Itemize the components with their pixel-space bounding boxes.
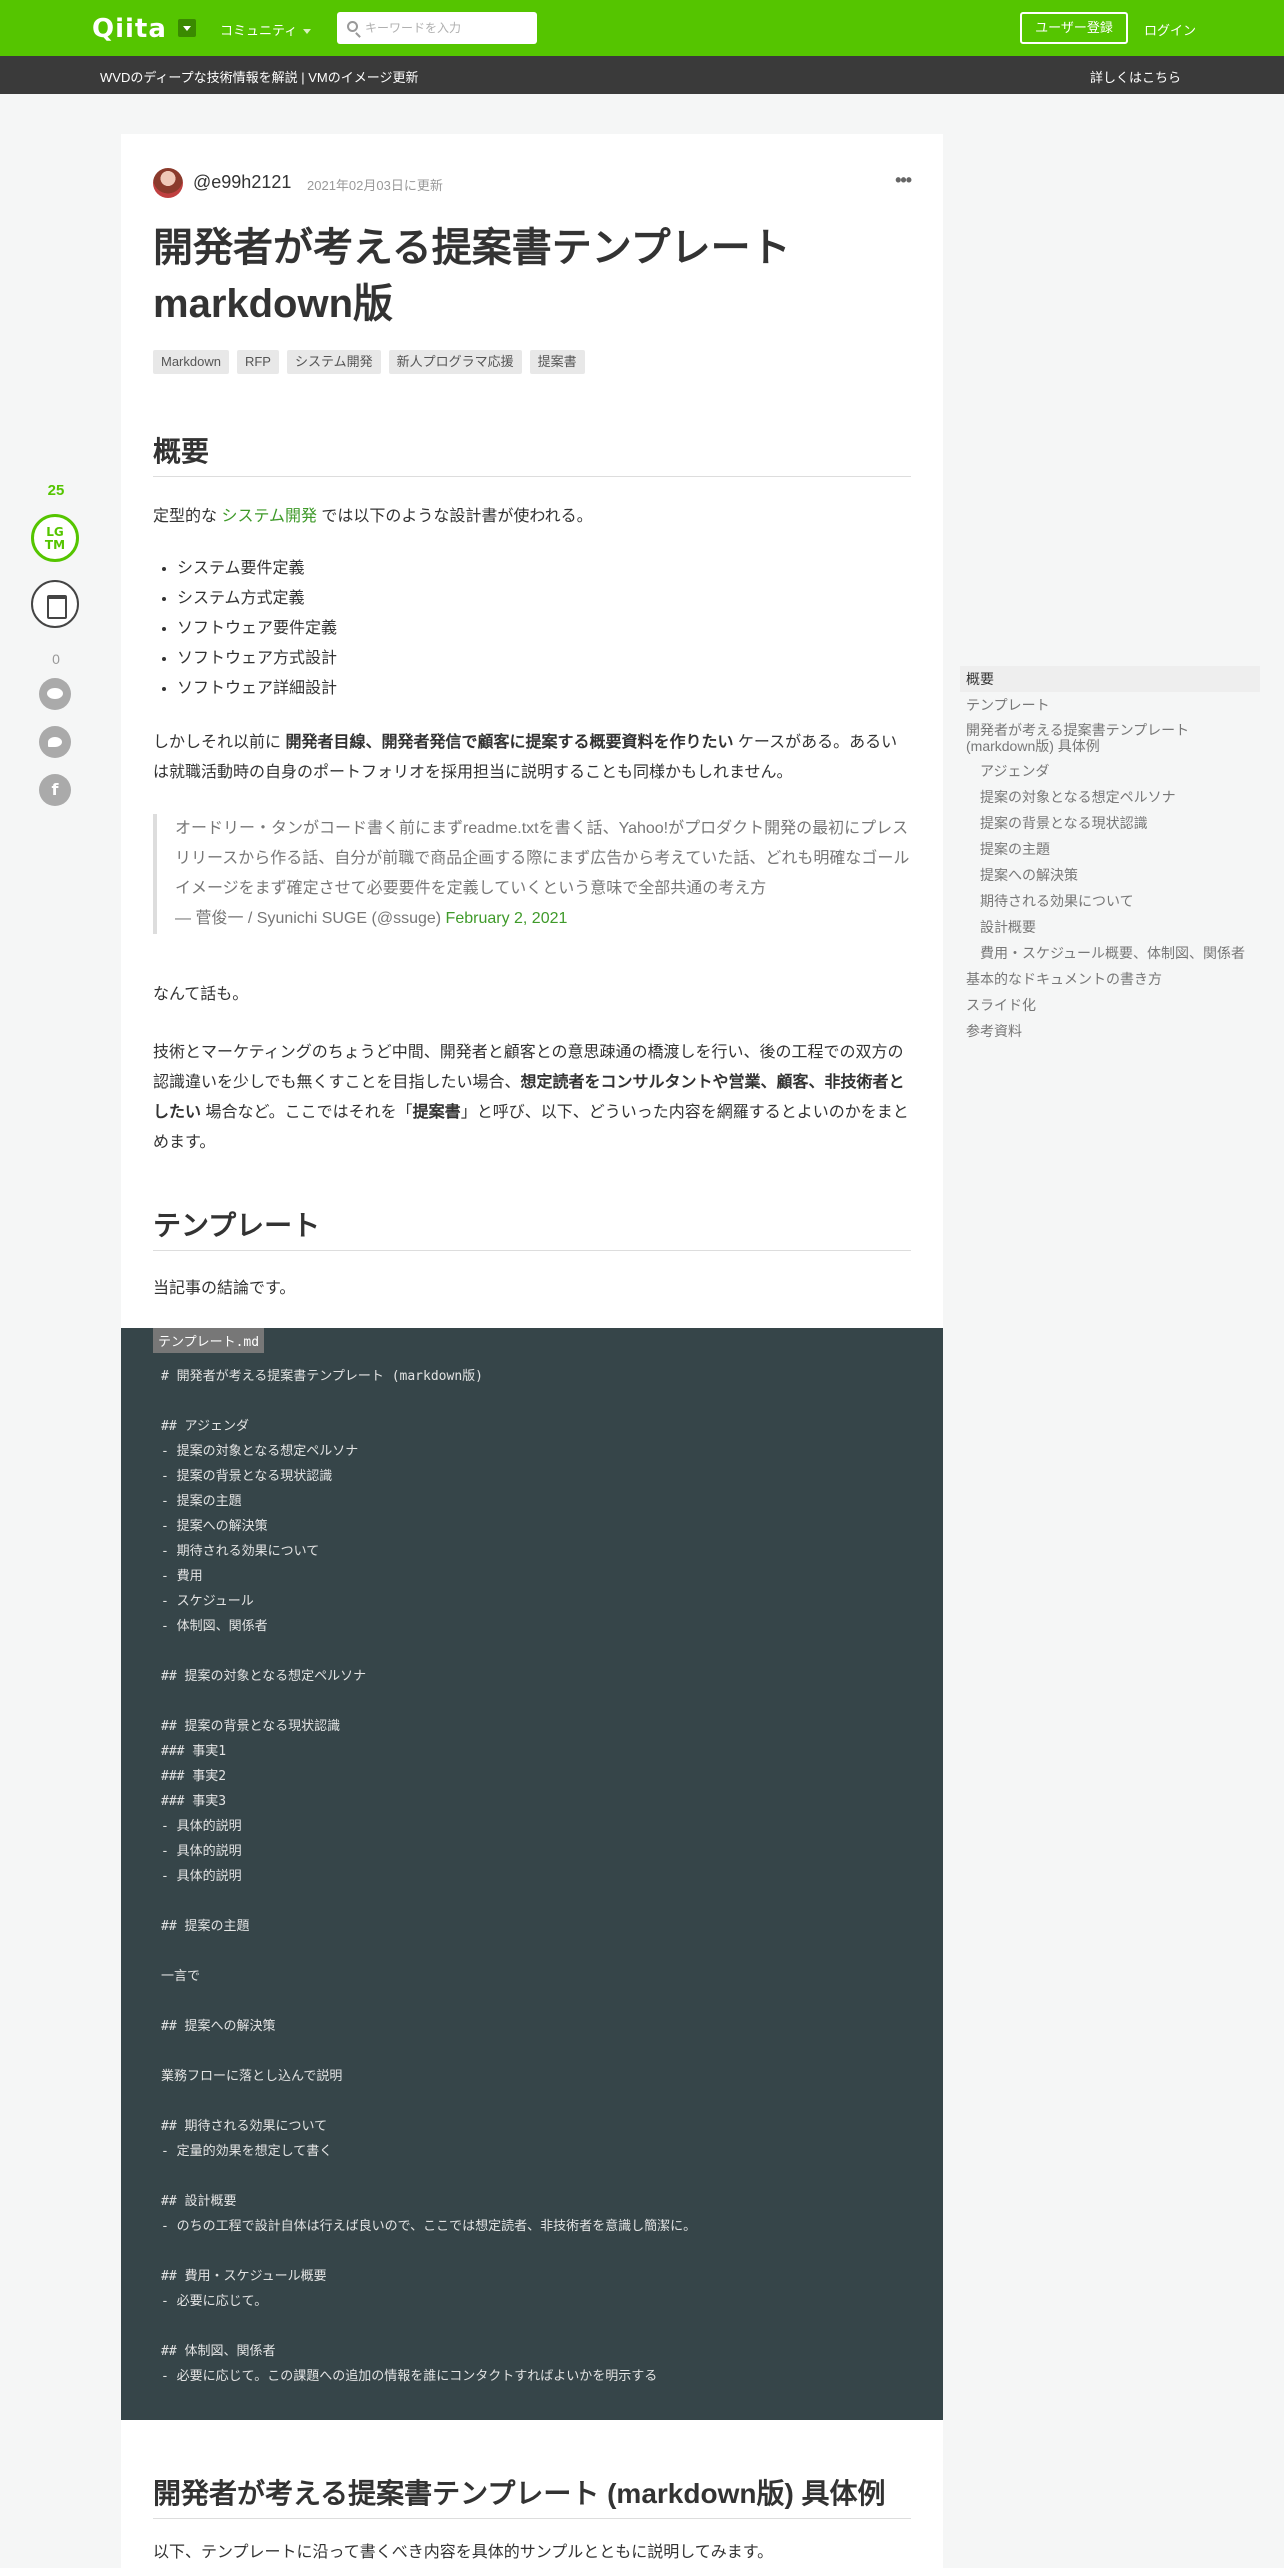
qiita-logo[interactable]: Qiita xyxy=(92,14,167,44)
tag-list: Markdown RFP システム開発 新人プログラマ応援 提案書 xyxy=(153,350,911,374)
toc-item[interactable]: 参考資料 xyxy=(960,1018,1260,1044)
intro-text: では以下のような設計書が使われる。 xyxy=(316,508,593,525)
search-box[interactable] xyxy=(337,12,537,44)
list-item: ソフトウェア詳細設計 xyxy=(177,674,877,704)
community-menu[interactable]: コミュニティ xyxy=(220,20,312,39)
tag[interactable]: 提案書 xyxy=(529,350,585,374)
updated-date: 2021年02月03日に更新 xyxy=(307,178,443,193)
article-title: 開発者が考える提案書テンプレート markdown版 xyxy=(153,220,911,332)
list-item: システム方式定義 xyxy=(177,584,877,614)
list-item: ソフトウェア方式設計 xyxy=(177,644,877,674)
heading-example: 開発者が考える提案書テンプレート (markdown版) 具体例 xyxy=(153,2476,911,2519)
login-link[interactable]: ログイン xyxy=(1144,20,1196,39)
search-input[interactable] xyxy=(365,12,533,44)
p4-text: 場合など。ここではそれを「 xyxy=(201,1104,413,1121)
avatar[interactable] xyxy=(153,168,183,198)
quote-text: オードリー・タンがコード書く前にまずreadme.txtを書く話、Yahoo!が… xyxy=(175,820,910,897)
list-item: ソフトウェア要件定義 xyxy=(177,614,877,644)
tag[interactable]: Markdown xyxy=(153,350,229,374)
title-line-1: 開発者が考える提案書テンプレート xyxy=(153,226,791,270)
paragraph-2: しかしそれ以前に 開発者目線、開発者発信で顧客に提案する概要資料を作りたい ケー… xyxy=(153,728,911,788)
facebook-icon[interactable]: f xyxy=(39,774,71,806)
stock-button[interactable] xyxy=(31,580,79,628)
toc-item[interactable]: 基本的なドキュメントの書き方 xyxy=(960,966,1260,992)
signup-button[interactable]: ユーザー登録 xyxy=(1020,12,1128,44)
toc-item[interactable]: テンプレート xyxy=(960,692,1260,718)
quote-date-link[interactable]: February 2, 2021 xyxy=(446,910,568,927)
tweet-quote: オードリー・タンがコード書く前にまずreadme.txtを書く話、Yahoo!が… xyxy=(153,814,911,934)
document-list: システム要件定義 システム方式定義 ソフトウェア要件定義 ソフトウェア方式設計 … xyxy=(177,554,877,704)
tag[interactable]: システム開発 xyxy=(286,350,381,374)
toc-item[interactable]: 提案の主題 xyxy=(960,836,1260,862)
announcement-banner: WVDのディープな技術情報を解説 | VMのイメージ更新 詳しくはこちら xyxy=(0,56,1284,94)
title-line-2: markdown版 xyxy=(153,282,394,326)
toc-item[interactable]: 設計概要 xyxy=(960,914,1260,940)
table-of-contents: 概要 テンプレート 開発者が考える提案書テンプレート (markdown版) 具… xyxy=(960,666,1260,1044)
intro-paragraph: 定型的な システム開発 では以下のような設計書が使われる。 xyxy=(153,502,911,532)
author-name[interactable]: @e99h2121 xyxy=(193,172,291,193)
tag[interactable]: 新人プログラマ応援 xyxy=(388,350,522,374)
community-label: コミュニティ xyxy=(220,23,298,38)
quote-author: — 菅俊一 / Syunichi SUGE (@ssuge) xyxy=(175,910,446,927)
author-row: @e99h2121 2021年02月03日に更新 ••• xyxy=(153,168,912,198)
global-header: Qiita コミュニティ ユーザー登録 ログイン xyxy=(0,0,1284,56)
list-item: システム要件定義 xyxy=(177,554,877,584)
heading-template: テンプレート xyxy=(153,1208,911,1251)
caret-down-icon xyxy=(303,29,312,35)
toc-item[interactable]: 提案への解決策 xyxy=(960,862,1260,888)
intro-text: 定型的な xyxy=(153,508,222,525)
toc-item[interactable]: 概要 xyxy=(960,666,1260,692)
comment-icon[interactable] xyxy=(39,678,71,710)
paragraph-3: なんて話も。 xyxy=(153,986,249,1003)
comment-count: 0 xyxy=(52,651,60,667)
banner-text[interactable]: WVDのディープな技術情報を解説 | VMのイメージ更新 xyxy=(100,67,418,86)
heading-overview: 概要 xyxy=(153,434,911,477)
template-intro: 当記事の結論です。 xyxy=(153,1280,296,1297)
toc-item[interactable]: スライド化 xyxy=(960,992,1260,1018)
code-content: # 開発者が考える提案書テンプレート (markdown版) ## アジェンダ … xyxy=(161,1369,697,2384)
p2-text: しかしそれ以前に xyxy=(153,734,286,751)
article: @e99h2121 2021年02月03日に更新 ••• 開発者が考える提案書テ… xyxy=(121,134,943,2568)
code-block: # 開発者が考える提案書テンプレート (markdown版) ## アジェンダ … xyxy=(121,1328,943,2420)
example-intro: 以下、テンプレートに沿って書くべき内容を具体的サンプルとともに説明してみます。 xyxy=(153,2544,774,2561)
paragraph-4: 技術とマーケティングのちょうど中間、開発者と顧客との意思疎通の橋渡しを行い、後の… xyxy=(153,1038,911,1158)
system-dev-link[interactable]: システム開発 xyxy=(221,508,317,525)
lgtm-label-2: TM xyxy=(44,538,66,552)
toc-item[interactable]: 提案の背景となる現状認識 xyxy=(960,810,1260,836)
search-icon xyxy=(347,21,358,32)
toc-item[interactable]: 期待される効果について xyxy=(960,888,1260,914)
twitter-icon[interactable] xyxy=(39,726,71,758)
p2-bold: 開発者目線、開発者発信で顧客に提案する概要資料を作りたい xyxy=(285,734,734,751)
lgtm-label-1: LG xyxy=(46,525,64,539)
lgtm-button[interactable]: LG TM xyxy=(31,514,79,562)
toc-item[interactable]: 開発者が考える提案書テンプレート (markdown版) 具体例 xyxy=(960,718,1260,758)
code-filename: テンプレート.md xyxy=(153,1328,265,1353)
toc-item[interactable]: 提案の対象となる想定ペルソナ xyxy=(960,784,1260,810)
tag[interactable]: RFP xyxy=(236,350,279,374)
lgtm-count: 25 xyxy=(47,482,65,499)
toc-item[interactable]: アジェンダ xyxy=(960,758,1260,784)
banner-link[interactable]: 詳しくはこちら xyxy=(1090,67,1181,86)
more-options-icon[interactable]: ••• xyxy=(895,170,912,191)
chevron-down-icon[interactable] xyxy=(178,19,196,37)
toc-item[interactable]: 費用・スケジュール概要、体制図、関係者 xyxy=(960,940,1260,966)
p4-bold: 提案書 xyxy=(412,1104,461,1121)
